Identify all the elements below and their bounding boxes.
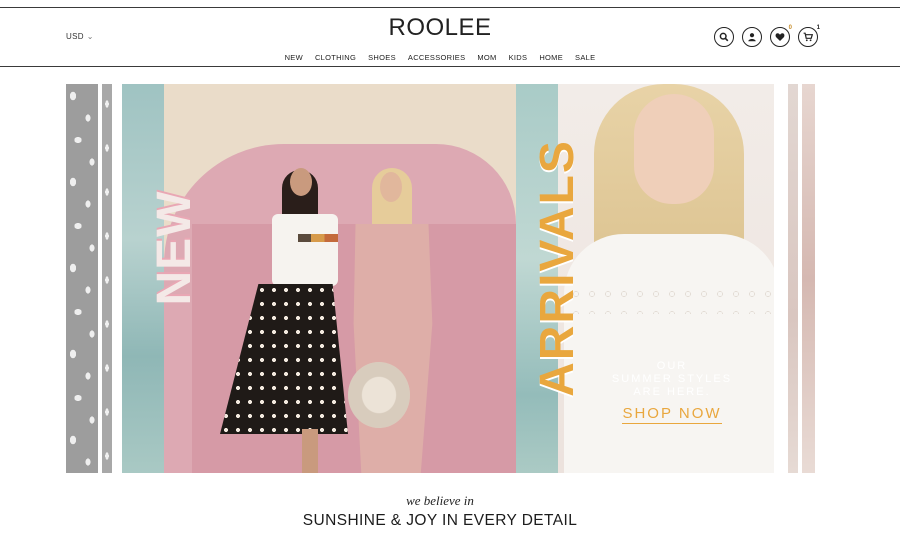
nav-item-shoes[interactable]: SHOES	[362, 53, 402, 62]
hero-word-new: NEW	[148, 190, 201, 306]
model-tee	[272, 214, 338, 286]
account-button[interactable]	[742, 27, 762, 47]
sun-hat	[348, 362, 410, 428]
search-button[interactable]	[714, 27, 734, 47]
hero-promo: OUR SUMMER STYLES ARE HERE. SHOP NOW	[602, 360, 742, 424]
lace-trim	[568, 284, 774, 314]
prev-slide-peek[interactable]	[66, 84, 112, 473]
hero-word-arrivals: ARRIVALS	[531, 139, 584, 397]
tee-stripe	[298, 234, 338, 242]
shop-now-link[interactable]: SHOP NOW	[622, 405, 722, 424]
model-face	[380, 172, 402, 202]
nav-item-mom[interactable]: MOM	[471, 53, 502, 62]
cart-icon	[803, 32, 813, 42]
main-nav: NEW CLOTHING SHOES ACCESSORIES MOM KIDS …	[0, 53, 880, 62]
account-icon	[748, 33, 756, 42]
cart-count-badge: 1	[816, 25, 820, 31]
floral-print-image	[66, 84, 98, 473]
hero-slide-new-arrivals[interactable]: NEW ARRIVALS OUR SUMMER STYLES ARE HERE.…	[122, 84, 774, 473]
model-face	[290, 168, 312, 196]
header-divider	[0, 66, 900, 67]
tagline: we believe in	[406, 493, 474, 508]
hero-carousel: NEW ARRIVALS OUR SUMMER STYLES ARE HERE.…	[0, 84, 900, 473]
model-face	[634, 94, 714, 204]
search-icon	[719, 32, 729, 42]
promo-line: ARE HERE.	[633, 386, 711, 398]
model-leg	[302, 429, 318, 473]
heart-icon	[775, 33, 785, 41]
pink-mural-shape	[192, 224, 516, 473]
promo-line: SUMMER STYLES	[611, 373, 733, 385]
promo-line: OUR	[656, 360, 688, 372]
top-border	[0, 7, 900, 8]
wishlist-count-badge: 0	[788, 25, 792, 31]
next-slide-peek[interactable]	[788, 84, 815, 473]
nav-item-new[interactable]: NEW	[279, 53, 309, 62]
nav-item-accessories[interactable]: ACCESSORIES	[402, 53, 471, 62]
nav-item-home[interactable]: HOME	[533, 53, 569, 62]
header-actions: 0 1	[714, 25, 820, 47]
wishlist-button[interactable]: 0	[770, 25, 792, 47]
nav-item-clothing[interactable]: CLOTHING	[309, 53, 362, 62]
nav-item-sale[interactable]: SALE	[569, 53, 601, 62]
white-blouse	[564, 234, 774, 473]
cart-button[interactable]: 1	[798, 25, 820, 47]
floral-print-image	[102, 84, 112, 473]
section-headline: SUNSHINE & JOY IN EVERY DETAIL	[302, 512, 578, 529]
nav-item-kids[interactable]: KIDS	[503, 53, 534, 62]
